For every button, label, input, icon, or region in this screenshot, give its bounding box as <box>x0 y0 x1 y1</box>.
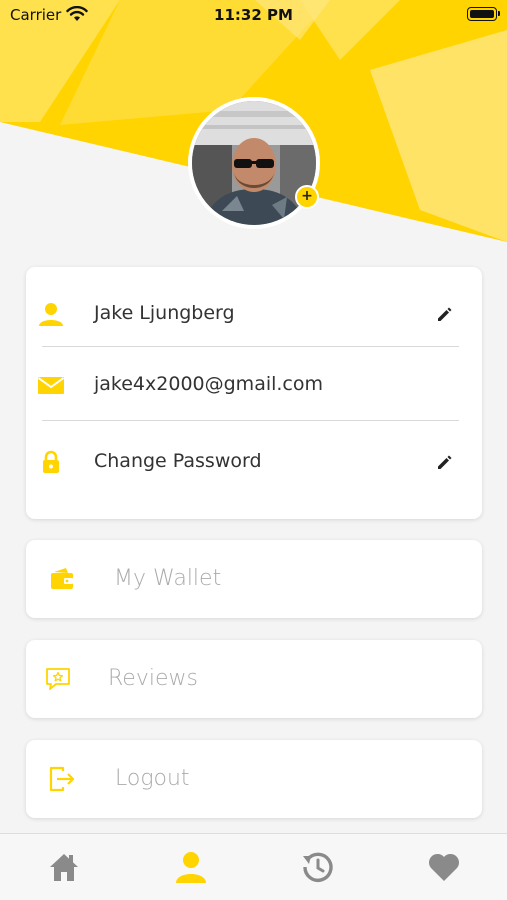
profile-avatar[interactable] <box>188 97 320 229</box>
lock-icon <box>43 450 59 473</box>
home-icon[interactable] <box>47 850 81 884</box>
reviews-item[interactable]: Reviews <box>26 640 482 718</box>
review-icon <box>46 668 70 690</box>
status-time: 11:32 PM <box>214 6 293 24</box>
edit-name-icon[interactable] <box>436 305 454 323</box>
edit-password-icon[interactable] <box>436 453 454 471</box>
logout-item[interactable]: Logout <box>26 740 482 818</box>
divider <box>42 346 459 347</box>
reviews-label: Reviews <box>108 666 198 691</box>
name-row: Jake Ljungberg <box>26 293 482 333</box>
password-row: Change Password <box>26 441 482 481</box>
divider <box>42 420 459 421</box>
logout-label: Logout <box>115 766 190 791</box>
user-icon <box>39 303 63 326</box>
heart-icon[interactable] <box>427 850 461 884</box>
profile-icon[interactable] <box>174 850 208 884</box>
avatar-photo <box>192 101 316 225</box>
profile-name: Jake Ljungberg <box>94 302 235 324</box>
mail-icon <box>38 377 64 394</box>
battery-icon <box>467 7 500 21</box>
my-wallet-label: My Wallet <box>114 566 222 591</box>
my-wallet-item[interactable]: My Wallet <box>26 540 482 618</box>
avatar-add-button[interactable]: + <box>295 185 319 209</box>
status-bar: Carrier 11:32 PM <box>0 0 507 30</box>
change-password-label[interactable]: Change Password <box>94 450 262 472</box>
tab-bar <box>0 833 507 900</box>
history-icon[interactable] <box>301 850 335 884</box>
logout-icon <box>49 766 75 792</box>
profile-info-card: Jake Ljungberg jake4x2000@gmail.com Chan… <box>26 267 482 519</box>
profile-email: jake4x2000@gmail.com <box>94 373 324 395</box>
wallet-icon <box>51 568 73 589</box>
email-row: jake4x2000@gmail.com <box>26 364 482 404</box>
